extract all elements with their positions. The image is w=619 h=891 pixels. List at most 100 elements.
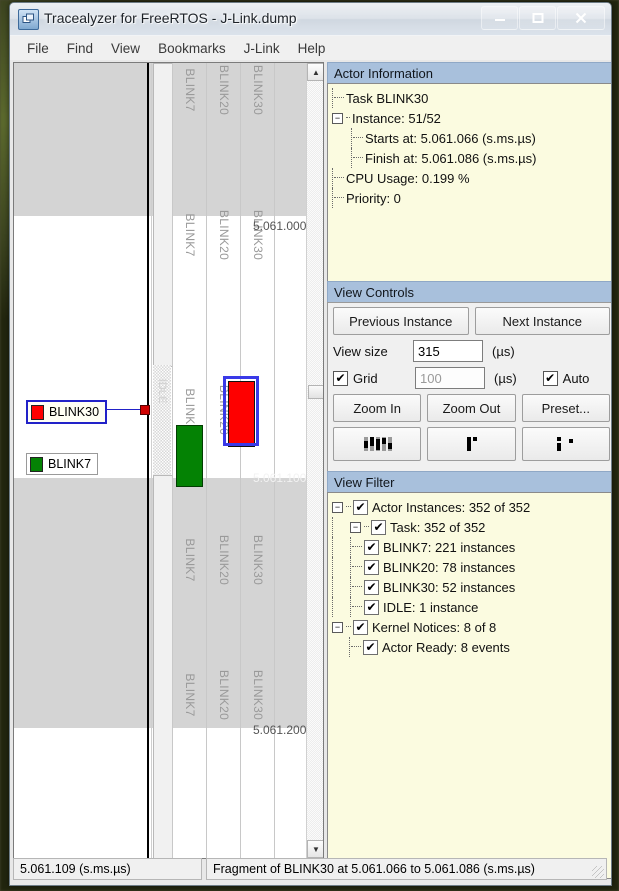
actor-information-tree[interactable]: Task BLINK30 − Instance: 51/52 Starts at… bbox=[328, 84, 611, 208]
next-instance-button[interactable]: Next Instance bbox=[474, 307, 610, 335]
panel-title: View Controls bbox=[334, 284, 414, 300]
view-filter-tree[interactable]: − ✔ Actor Instances: 352 of 352 − ✔ Task… bbox=[328, 493, 611, 657]
tree-row[interactable]: ✔ BLINK7: 221 instances bbox=[332, 537, 611, 557]
column-label: BLINK20 bbox=[216, 534, 231, 586]
tree-row[interactable]: Starts at: 5.061.066 (s.ms.µs) bbox=[332, 128, 611, 148]
filter-checkbox-idle[interactable]: ✔ bbox=[364, 599, 379, 615]
tree-dash bbox=[364, 526, 369, 528]
grid-interval-input[interactable]: 100 bbox=[415, 367, 485, 389]
zoom-out-button[interactable]: Zoom Out bbox=[427, 394, 516, 422]
previous-instance-button[interactable]: Previous Instance bbox=[333, 307, 469, 335]
menu-item-bookmarks[interactable]: Bookmarks bbox=[149, 39, 235, 58]
tree-row[interactable]: ✔ IDLE: 1 instance bbox=[332, 597, 611, 617]
callout-blink7[interactable]: BLINK7 bbox=[26, 453, 99, 475]
menu-item-find[interactable]: Find bbox=[58, 39, 102, 58]
idle-track-top bbox=[153, 63, 173, 367]
view-size-input[interactable]: 315 bbox=[413, 340, 483, 362]
tree-row-label: Kernel Notices: 8 of 8 bbox=[372, 619, 497, 635]
panel-title: Actor Information bbox=[334, 65, 433, 81]
view-filter-panel: View Filter − ✔ Actor Instances: 352 of … bbox=[327, 471, 611, 879]
tree-row[interactable]: Task BLINK30 bbox=[332, 88, 611, 108]
resize-grip-icon[interactable] bbox=[592, 866, 604, 878]
tree-row[interactable]: CPU Usage: 0.199 % bbox=[332, 168, 611, 188]
color-swatch-blink7 bbox=[30, 456, 43, 472]
menu-item-view[interactable]: View bbox=[102, 39, 149, 58]
menu-item-jlink[interactable]: J-Link bbox=[235, 39, 289, 58]
view-filter-body[interactable]: − ✔ Actor Instances: 352 of 352 − ✔ Task… bbox=[327, 492, 611, 879]
actor-information-panel: Actor Information Task BLINK30 − Instanc… bbox=[327, 62, 611, 283]
tree-row[interactable]: − ✔ Task: 352 of 352 bbox=[332, 517, 611, 537]
filter-checkbox-blink20[interactable]: ✔ bbox=[364, 559, 379, 575]
preset-button[interactable]: Preset... bbox=[521, 394, 610, 422]
callout-blink30[interactable]: BLINK30 bbox=[26, 400, 108, 424]
task-column-blink20[interactable]: BLINK20 BLINK20 BLINK20 BLINK20 BLINK20 bbox=[206, 63, 241, 858]
tree-dash bbox=[352, 586, 362, 588]
tree-row[interactable]: − ✔ Kernel Notices: 8 of 8 bbox=[332, 617, 611, 637]
tree-row-label: Finish at: 5.061.086 (s.ms.µs) bbox=[365, 150, 537, 166]
tree-dash bbox=[334, 197, 344, 199]
tree-expander[interactable]: − bbox=[332, 621, 343, 633]
density-row bbox=[333, 427, 610, 461]
tree-expander[interactable]: − bbox=[350, 521, 361, 533]
grid-checkbox[interactable]: ✔ bbox=[333, 370, 348, 386]
window-title: Tracealyzer for FreeRTOS - J-Link.dump bbox=[44, 10, 297, 26]
scroll-down-button[interactable]: ▼ bbox=[307, 840, 323, 858]
tree-row-label: BLINK30: 52 instances bbox=[383, 579, 516, 595]
tree-row-label: IDLE: 1 instance bbox=[383, 599, 479, 615]
grid-units: (µs) bbox=[494, 370, 517, 386]
task-column-blink30[interactable]: BLINK30 BLINK30 BLINK30 BLINK30 bbox=[240, 63, 275, 858]
menu-item-help[interactable]: Help bbox=[289, 39, 335, 58]
column-label: BLINK30 bbox=[250, 64, 265, 116]
filter-checkbox-kernel-notices[interactable]: ✔ bbox=[353, 619, 368, 635]
idle-column-label: IDLE bbox=[156, 378, 168, 404]
tree-expander[interactable]: − bbox=[332, 501, 343, 513]
time-tick-label: 5.061.000 bbox=[253, 219, 307, 233]
scroll-up-button[interactable]: ▲ bbox=[307, 63, 323, 81]
callout-label: BLINK30 bbox=[49, 405, 100, 419]
density-high-button[interactable] bbox=[333, 427, 422, 461]
density-medium-button[interactable] bbox=[427, 427, 516, 461]
density-high-icon bbox=[364, 437, 393, 451]
filter-checkbox-blink7[interactable]: ✔ bbox=[364, 539, 379, 555]
menu-item-file[interactable]: File bbox=[18, 39, 58, 58]
density-low-icon bbox=[556, 437, 573, 451]
view-controls-body[interactable]: Previous Instance Next Instance View siz… bbox=[327, 302, 611, 474]
trace-vertical-scrollbar[interactable]: ▲ ▼ bbox=[306, 63, 323, 858]
view-size-units: (µs) bbox=[492, 343, 515, 359]
actor-information-body[interactable]: Task BLINK30 − Instance: 51/52 Starts at… bbox=[327, 83, 611, 283]
tree-row[interactable]: Priority: 0 bbox=[332, 188, 611, 208]
tree-dash bbox=[346, 506, 351, 508]
filter-checkbox-task[interactable]: ✔ bbox=[371, 519, 386, 535]
title-bar: Tracealyzer for FreeRTOS - J-Link.dump bbox=[10, 3, 611, 36]
tree-row[interactable]: ✔ BLINK20: 78 instances bbox=[332, 557, 611, 577]
tree-expander[interactable]: − bbox=[332, 112, 343, 124]
trace-canvas[interactable]: IDLE BLINK7 BLINK7 BLINK7 BLINK7 BLINK7 … bbox=[14, 63, 307, 858]
close-button[interactable] bbox=[557, 6, 605, 30]
tree-row-label: Priority: 0 bbox=[346, 190, 401, 206]
trace-view-pane[interactable]: IDLE BLINK7 BLINK7 BLINK7 BLINK7 BLINK7 … bbox=[13, 62, 324, 859]
panel-title: View Filter bbox=[334, 474, 395, 490]
tree-row-label: Actor Ready: 8 events bbox=[382, 639, 510, 655]
filter-checkbox-blink30[interactable]: ✔ bbox=[364, 579, 379, 595]
maximize-button[interactable] bbox=[519, 6, 556, 30]
color-swatch-blink30 bbox=[31, 404, 44, 420]
tree-row[interactable]: ✔ Actor Ready: 8 events bbox=[332, 637, 611, 657]
tree-guide bbox=[332, 557, 334, 577]
tree-dash bbox=[353, 157, 363, 159]
tree-dash bbox=[346, 117, 350, 119]
status-fragment-info: Fragment of BLINK30 at 5.061.066 to 5.06… bbox=[206, 858, 607, 880]
tree-row[interactable]: − ✔ Actor Instances: 352 of 352 bbox=[332, 497, 611, 517]
minimize-button[interactable] bbox=[481, 6, 518, 30]
fragment-blink7[interactable] bbox=[176, 425, 203, 487]
filter-checkbox-actor-ready[interactable]: ✔ bbox=[363, 639, 378, 655]
auto-checkbox[interactable]: ✔ bbox=[542, 370, 558, 386]
density-low-button[interactable] bbox=[521, 427, 610, 461]
tree-row[interactable]: − Instance: 51/52 bbox=[332, 108, 611, 128]
zoom-in-button[interactable]: Zoom In bbox=[333, 394, 422, 422]
application-window: Tracealyzer for FreeRTOS - J-Link.dump F… bbox=[9, 2, 612, 886]
tree-guide bbox=[332, 537, 334, 557]
tree-row[interactable]: ✔ BLINK30: 52 instances bbox=[332, 577, 611, 597]
tree-row[interactable]: Finish at: 5.061.086 (s.ms.µs) bbox=[332, 148, 611, 168]
scrollbar-thumb[interactable] bbox=[308, 385, 323, 399]
filter-checkbox-actor-instances[interactable]: ✔ bbox=[353, 499, 368, 515]
